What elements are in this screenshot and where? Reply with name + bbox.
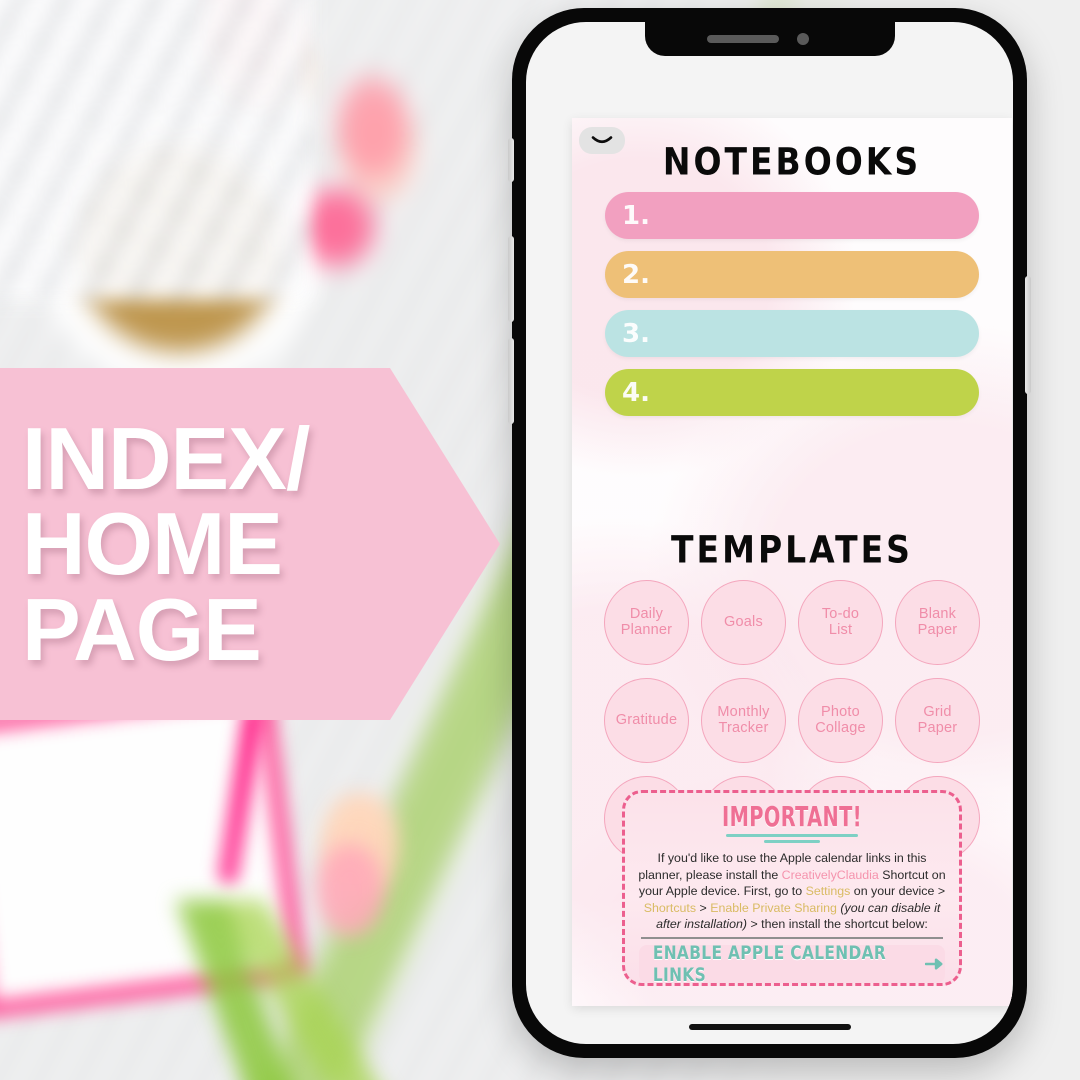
screenshot-stage: NOTEBOOKS 1. 2. 3. 4. TEMPLATES Daily Pl… — [0, 0, 1080, 1080]
notebooks-list: 1. 2. 3. 4. — [605, 192, 979, 428]
template-gratitude[interactable]: Gratitude — [604, 678, 689, 763]
template-label-line2: Planner — [620, 621, 673, 638]
background-keyboard — [0, 0, 310, 300]
template-grid-paper[interactable]: Grid Paper — [895, 678, 980, 763]
template-blank-paper[interactable]: Blank Paper — [895, 580, 980, 665]
important-title: IMPORTANT! — [722, 800, 862, 833]
phone-mockup: NOTEBOOKS 1. 2. 3. 4. TEMPLATES Daily Pl… — [508, 8, 1031, 1058]
template-todo-list[interactable]: To-do List — [798, 580, 883, 665]
important-body-text: If you'd like to use the Apple calendar … — [637, 850, 947, 933]
notebooks-section-title: NOTEBOOKS — [662, 139, 922, 184]
template-photo-collage[interactable]: Photo Collage — [798, 678, 883, 763]
template-monthly-tracker[interactable]: Monthly Tracker — [701, 678, 786, 763]
settings-link[interactable]: Settings — [806, 884, 851, 898]
volume-down-button[interactable] — [508, 338, 514, 424]
front-camera — [796, 33, 809, 45]
enable-button-label: ENABLE APPLE CALENDAR LINKS — [652, 942, 887, 987]
volume-up-button[interactable] — [508, 236, 514, 322]
background-stems — [90, 900, 420, 1080]
important-text-3: on your device > — [850, 884, 946, 899]
important-underline-long — [726, 834, 858, 837]
planner-page-card: NOTEBOOKS 1. 2. 3. 4. TEMPLATES Daily Pl… — [572, 118, 1012, 1006]
notebook-row-1[interactable]: 1. — [605, 192, 979, 239]
notebook-number: 3. — [622, 318, 650, 349]
home-indicator — [688, 1024, 851, 1030]
notebook-row-4[interactable]: 4. — [605, 369, 979, 416]
template-goals[interactable]: Goals — [701, 580, 786, 665]
silent-switch-button[interactable] — [508, 138, 514, 182]
template-label-line1: To-do — [821, 606, 860, 623]
creativelyclaudia-link[interactable]: CreativelyClaudia — [782, 868, 879, 882]
power-button[interactable] — [1025, 276, 1031, 394]
template-label-line2: Paper — [917, 719, 958, 736]
notebook-number: 2. — [622, 259, 650, 290]
phone-screen: NOTEBOOKS 1. 2. 3. 4. TEMPLATES Daily Pl… — [526, 22, 1013, 1044]
template-label-line1: Daily — [629, 606, 664, 623]
earpiece-speaker — [706, 35, 779, 43]
template-label-line1: Blank — [918, 606, 957, 623]
template-label-line2: List — [828, 621, 853, 638]
template-label-line2: Collage — [815, 719, 866, 736]
arrow-right-icon — [924, 958, 943, 970]
important-underline-short — [764, 840, 820, 843]
templates-section-title: TEMPLATES — [671, 527, 913, 572]
banner-line-2: HOME — [22, 494, 283, 594]
important-callout-box: IMPORTANT! If you'd like to use the Appl… — [622, 790, 962, 986]
important-text-6: > then install the shortcut below: — [747, 917, 928, 932]
enable-private-sharing-link[interactable]: Enable Private Sharing — [710, 901, 837, 915]
template-label-line2: Tracker — [718, 719, 769, 736]
notebook-number: 4. — [622, 377, 650, 408]
template-label-line1: Gratitude — [615, 711, 678, 728]
template-label-line1: Grid — [923, 704, 952, 721]
shortcuts-link[interactable]: Shortcuts — [644, 901, 696, 915]
notebook-number: 1. — [622, 200, 650, 231]
template-daily-planner[interactable]: Daily Planner — [604, 580, 689, 665]
notebook-row-2[interactable]: 2. — [605, 251, 979, 298]
template-label-line1: Goals — [724, 613, 763, 630]
template-label-line1: Monthly — [717, 704, 770, 721]
phone-notch — [644, 22, 895, 56]
notebook-row-3[interactable]: 3. — [605, 310, 979, 357]
enable-apple-calendar-links-button[interactable]: ENABLE APPLE CALENDAR LINKS — [639, 942, 945, 987]
template-label-line1: Photo — [821, 704, 860, 721]
template-label-line2: Paper — [917, 621, 958, 638]
important-text-4: > — [696, 900, 711, 915]
important-divider — [641, 937, 943, 940]
